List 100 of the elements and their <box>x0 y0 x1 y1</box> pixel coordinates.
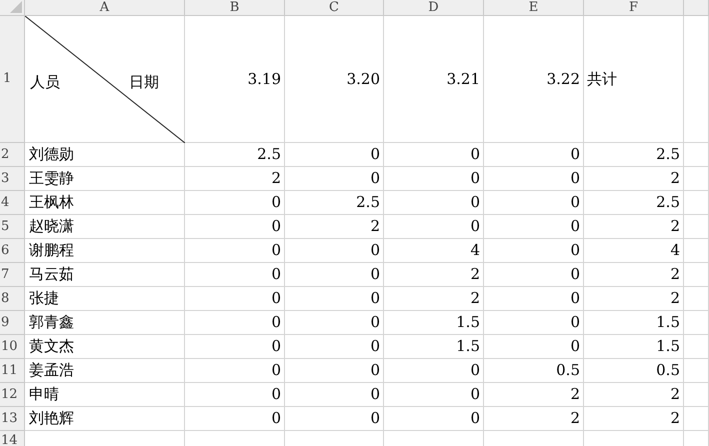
table-cell: 0 <box>285 263 384 287</box>
table-cell: 0 <box>185 359 285 383</box>
select-all-icon[interactable] <box>10 1 22 13</box>
row-header[interactable]: 3 <box>0 167 25 191</box>
table-cell: 0 <box>484 287 584 311</box>
table-cell: 0 <box>285 167 384 191</box>
table-cell: 3.22 <box>484 16 584 143</box>
table-cell: 0 <box>185 239 285 263</box>
table-cell: 姜孟浩 <box>25 359 185 383</box>
empty-cell <box>684 311 709 335</box>
table-cell: 0 <box>484 263 584 287</box>
table-cell: 1.5 <box>384 335 484 359</box>
row-header[interactable]: 8 <box>0 287 25 311</box>
table-cell: 2 <box>584 407 684 431</box>
table-cell: 0 <box>285 311 384 335</box>
table-cell: 0 <box>484 167 584 191</box>
table-cell: 2 <box>185 167 285 191</box>
table-cell: 2 <box>484 383 584 407</box>
empty-cell <box>684 215 709 239</box>
table-cell: 0 <box>384 191 484 215</box>
table-cell: 0 <box>285 383 384 407</box>
column-header[interactable]: D <box>384 0 484 16</box>
empty-cell <box>684 359 709 383</box>
row-header[interactable]: 1 <box>0 16 25 143</box>
table-cell: 0 <box>384 383 484 407</box>
table-cell: 3.19 <box>185 16 285 143</box>
empty-cell <box>684 383 709 407</box>
table-cell: 0.5 <box>584 359 684 383</box>
row-header[interactable]: 9 <box>0 311 25 335</box>
table-cell: 4 <box>584 239 684 263</box>
table-cell: 0 <box>185 335 285 359</box>
column-header[interactable]: C <box>285 0 384 16</box>
table-cell: 1.5 <box>584 335 684 359</box>
empty-cell <box>684 335 709 359</box>
table-cell: 2 <box>584 383 684 407</box>
table-cell: 0 <box>185 407 285 431</box>
table-cell: 2 <box>584 215 684 239</box>
column-header[interactable]: B <box>185 0 285 16</box>
row-header[interactable]: 5 <box>0 215 25 239</box>
empty-cell <box>684 287 709 311</box>
table-cell: 2 <box>584 167 684 191</box>
table-cell: 0 <box>185 263 285 287</box>
row-header[interactable]: 6 <box>0 239 25 263</box>
table-cell: 0 <box>285 239 384 263</box>
table-cell: 0 <box>484 215 584 239</box>
row-header[interactable]: 10 <box>0 335 25 359</box>
table-cell: 2 <box>384 263 484 287</box>
table-cell: 0 <box>185 215 285 239</box>
table-cell: 0.5 <box>484 359 584 383</box>
row-header[interactable]: 2 <box>0 143 25 167</box>
table-cell: 赵晓潇 <box>25 215 185 239</box>
table-cell: 共计 <box>584 16 684 143</box>
table-cell: 0 <box>384 143 484 167</box>
table-cell: 郭青鑫 <box>25 311 185 335</box>
table-cell: 0 <box>484 335 584 359</box>
table-cell-text: 人员 <box>30 72 60 93</box>
table-cell: 马云茹 <box>25 263 185 287</box>
table-cell: 0 <box>384 407 484 431</box>
table-cell: 3.20 <box>285 16 384 143</box>
row-header[interactable]: 7 <box>0 263 25 287</box>
table-cell: 张捷 <box>25 287 185 311</box>
table-cell: 刘德勋 <box>25 143 185 167</box>
table-cell: 王雯静 <box>25 167 185 191</box>
column-header[interactable]: E <box>484 0 584 16</box>
table-cell: 申晴 <box>25 383 185 407</box>
table-cell: 2 <box>584 263 684 287</box>
table-cell: 2 <box>384 287 484 311</box>
empty-cell <box>684 167 709 191</box>
column-header[interactable] <box>684 0 709 16</box>
table-cell: 0 <box>185 383 285 407</box>
table-cell: 0 <box>484 311 584 335</box>
table-cell: 4 <box>384 239 484 263</box>
table-cell: 谢鹏程 <box>25 239 185 263</box>
table-cell: 刘艳辉 <box>25 407 185 431</box>
table-cell: 3.21 <box>384 16 484 143</box>
row-header[interactable]: 12 <box>0 383 25 407</box>
column-header[interactable]: A <box>25 0 185 16</box>
table-cell: 0 <box>484 143 584 167</box>
table-cell: 黄文杰 <box>25 335 185 359</box>
empty-cell <box>684 143 709 167</box>
table-cell: 0 <box>185 191 285 215</box>
row-header[interactable]: 13 <box>0 407 25 431</box>
table-cell: 1.5 <box>584 311 684 335</box>
column-header[interactable]: F <box>584 0 684 16</box>
row-header[interactable]: 4 <box>0 191 25 215</box>
empty-cell <box>684 239 709 263</box>
table-cell: 0 <box>285 335 384 359</box>
table-cell: 0 <box>285 359 384 383</box>
row-header[interactable]: 14 <box>0 431 25 446</box>
table-cell: 2.5 <box>185 143 285 167</box>
row-header[interactable]: 11 <box>0 359 25 383</box>
table-cell: 0 <box>484 191 584 215</box>
table-cell: 0 <box>384 167 484 191</box>
table-cell: 2 <box>584 287 684 311</box>
empty-cell <box>684 263 709 287</box>
table-cell-text: 日期 <box>129 72 159 93</box>
table-cell: 2.5 <box>584 143 684 167</box>
table-cell: 0 <box>285 143 384 167</box>
table-cell: 2 <box>484 407 584 431</box>
table-cell: 0 <box>285 407 384 431</box>
